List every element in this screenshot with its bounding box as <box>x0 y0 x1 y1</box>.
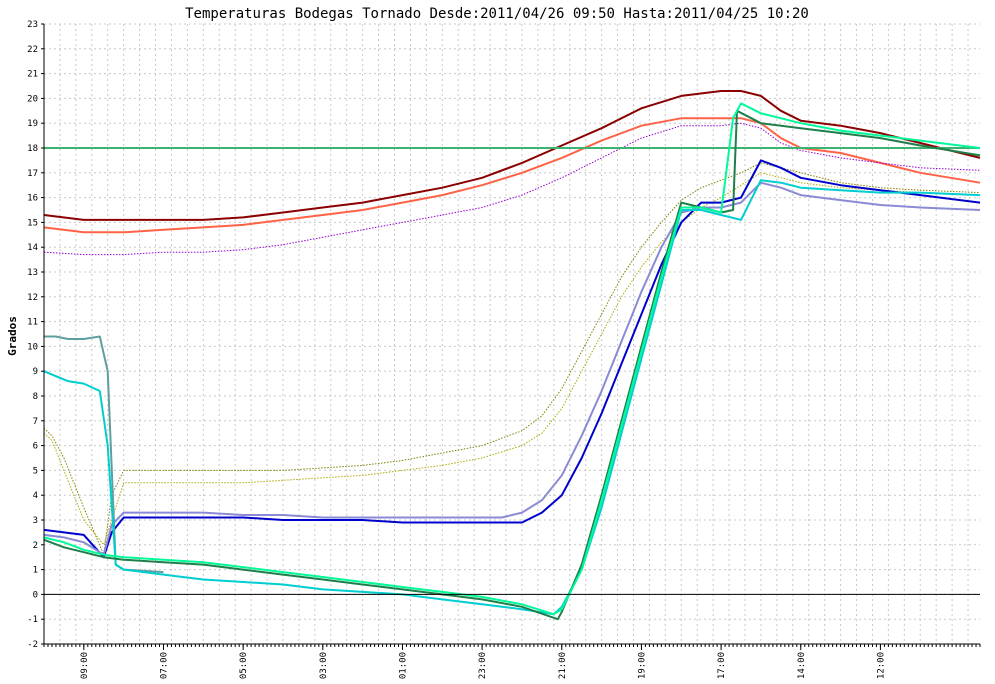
y-tick-label: 20 <box>27 94 38 104</box>
x-tick-label: 23:00 <box>478 652 488 679</box>
y-tick-label: 8 <box>33 392 38 402</box>
y-tick-label: 1 <box>33 566 38 576</box>
y-tick-label: 5 <box>33 466 38 476</box>
y-tick-label: -2 <box>27 640 38 650</box>
x-tick-label: 21:00 <box>558 652 568 679</box>
x-tick-label: 12:00 <box>876 652 886 679</box>
y-tick-label: 11 <box>27 318 38 328</box>
x-tick-label: 17:00 <box>717 652 727 679</box>
x-tick-label: 19:00 <box>637 652 647 679</box>
y-tick-label: -1 <box>27 615 38 625</box>
y-tick-label: 6 <box>33 442 38 452</box>
y-tick-label: 13 <box>27 268 38 278</box>
y-tick-label: 9 <box>33 367 38 377</box>
y-tick-label: 2 <box>33 541 38 551</box>
y-tick-label: 19 <box>27 119 38 129</box>
chart-background <box>0 0 995 684</box>
y-tick-label: 3 <box>33 516 38 526</box>
chart-title: Temperaturas Bodegas Tornado Desde:2011/… <box>185 6 809 22</box>
y-tick-label: 22 <box>27 45 38 55</box>
y-tick-label: 4 <box>33 491 38 501</box>
x-tick-label: 03:00 <box>319 652 329 679</box>
y-tick-label: 15 <box>27 218 38 228</box>
x-tick-label: 14:00 <box>797 652 807 679</box>
line-chart: Temperaturas Bodegas Tornado Desde:2011/… <box>0 0 995 684</box>
y-tick-label: 16 <box>27 194 38 204</box>
y-tick-label: 18 <box>27 144 38 154</box>
x-tick-label: 07:00 <box>159 652 169 679</box>
y-tick-label: 23 <box>27 20 38 30</box>
y-tick-label: 21 <box>27 70 38 80</box>
x-tick-label: 01:00 <box>398 652 408 679</box>
y-tick-label: 10 <box>27 342 38 352</box>
y-tick-label: 17 <box>27 169 38 179</box>
y-tick-label: 14 <box>27 243 38 253</box>
y-tick-label: 7 <box>33 417 38 427</box>
x-tick-label: 05:00 <box>239 652 249 679</box>
x-tick-label: 09:00 <box>80 652 90 679</box>
y-tick-label: 0 <box>33 590 38 600</box>
y-axis-label: Grados <box>6 316 19 356</box>
y-tick-label: 12 <box>27 293 38 303</box>
